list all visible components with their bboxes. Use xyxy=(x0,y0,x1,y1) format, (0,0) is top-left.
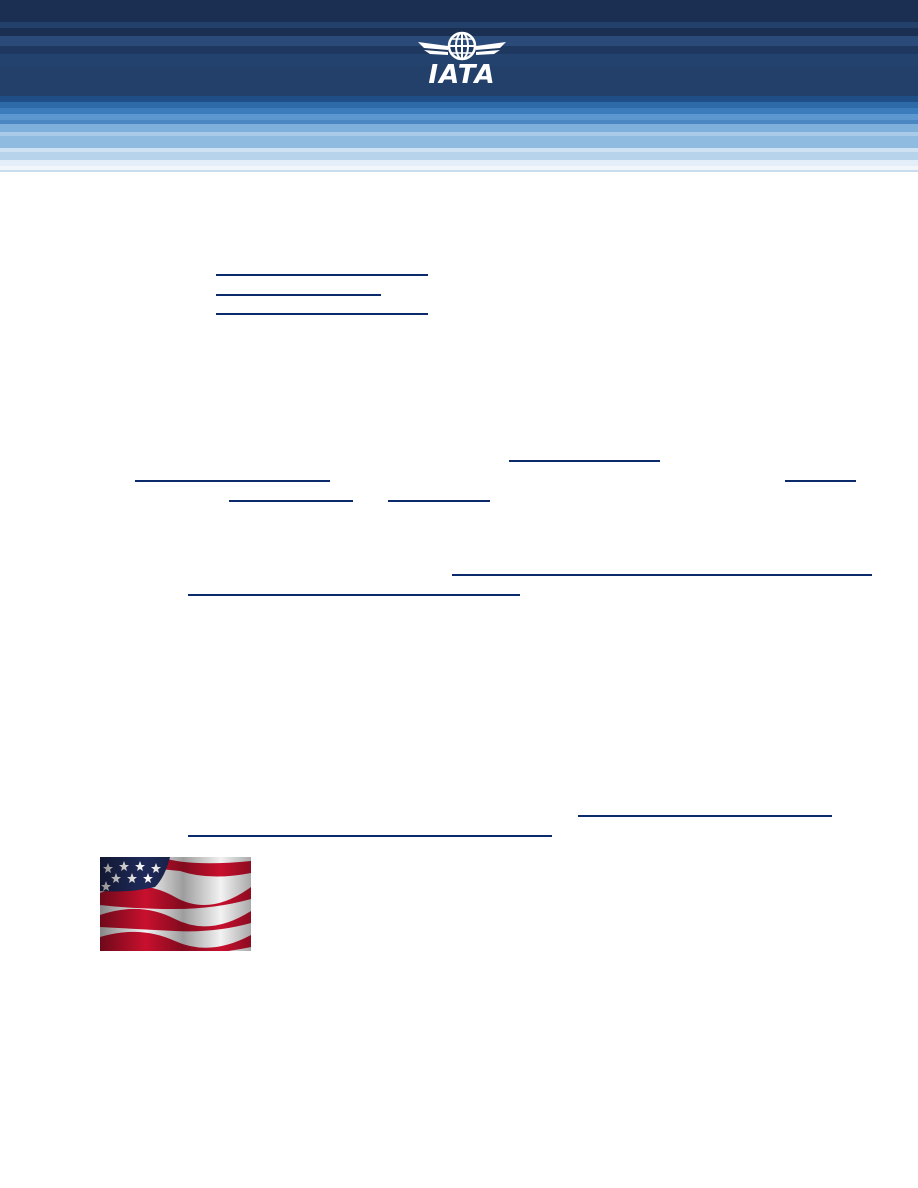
link-11[interactable] xyxy=(578,815,832,817)
us-flag-image xyxy=(100,857,251,954)
link-3[interactable] xyxy=(216,313,428,315)
header-banner: IATA xyxy=(0,0,918,180)
link-8[interactable] xyxy=(388,500,490,502)
link-12[interactable] xyxy=(188,835,552,837)
link-5[interactable] xyxy=(135,480,330,482)
globe-wings-icon xyxy=(418,31,506,61)
link-1[interactable] xyxy=(216,274,428,276)
iata-logo: IATA xyxy=(414,30,510,90)
link-2[interactable] xyxy=(216,294,381,296)
link-7[interactable] xyxy=(229,500,353,502)
link-9[interactable] xyxy=(452,574,872,576)
link-10[interactable] xyxy=(188,594,520,596)
link-4[interactable] xyxy=(509,460,660,462)
link-6[interactable] xyxy=(785,480,856,482)
logo-wordmark: IATA xyxy=(428,60,496,90)
